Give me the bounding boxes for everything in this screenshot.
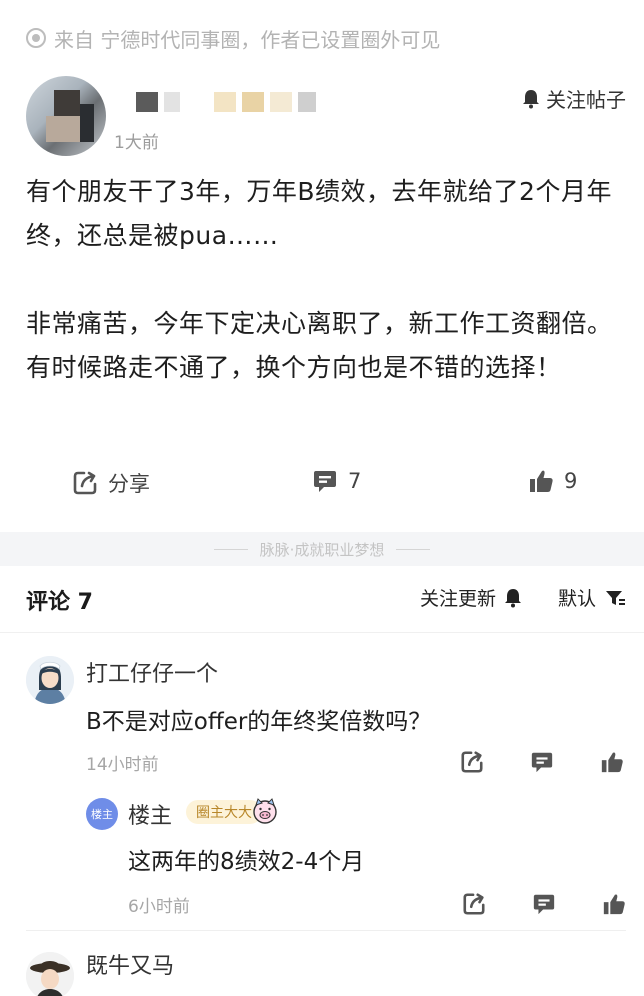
source-text: 来自 宁德时代同事圈，作者已设置圈外可见 <box>54 27 441 52</box>
comment-icon[interactable] <box>532 892 556 916</box>
thumbs-up-icon <box>530 470 553 492</box>
post-time: 1大前 <box>114 133 159 153</box>
comment-icon[interactable] <box>530 750 554 774</box>
commenter-avatar[interactable] <box>26 656 74 704</box>
comment-icon <box>314 471 336 492</box>
comment-item: 打工仔仔一个 B不是对应offer的年终奖倍数吗？ 14小时前 <box>26 656 626 776</box>
pig-badge-icon <box>253 798 277 824</box>
comment-item: 既牛又马 <box>26 948 626 996</box>
sort-button[interactable]: 默认 <box>558 584 626 611</box>
commenter-name[interactable]: 既牛又马 <box>86 948 174 980</box>
post-actions: 分享 7 9 <box>0 458 644 506</box>
share-icon <box>73 471 97 495</box>
like-count: 9 <box>564 469 578 493</box>
op-avatar[interactable]: 楼主 <box>86 798 118 830</box>
comments-title: 评论 7 <box>26 590 93 615</box>
slogan-text: 脉脉·成就职业梦想 <box>259 540 385 559</box>
author-avatar[interactable] <box>26 76 106 156</box>
bell-icon <box>505 588 521 607</box>
follow-post-label: 关注帖子 <box>546 88 626 112</box>
follow-post-button[interactable]: 关注帖子 <box>522 84 626 113</box>
divider <box>26 930 626 931</box>
reply-actions <box>462 892 626 916</box>
commenter-avatar[interactable] <box>26 952 74 996</box>
sort-label: 默认 <box>557 588 596 610</box>
source-bar: 来自 宁德时代同事圈，作者已设置圈外可见 <box>26 22 440 54</box>
bell-icon <box>523 89 539 108</box>
comment-text: B不是对应offer的年终奖倍数吗？ <box>86 709 432 735</box>
reply-text: 这两年的8绩效2-4个月 <box>128 849 365 875</box>
filter-icon <box>606 590 625 605</box>
author-row: 1大前 关注帖子 <box>26 72 626 162</box>
share-icon[interactable] <box>462 892 486 916</box>
share-label: 分享 <box>108 472 150 496</box>
reply-author-name[interactable]: 楼主 <box>128 798 172 830</box>
reply-time: 6小时前 <box>128 897 190 917</box>
share-button[interactable]: 分享 <box>72 468 150 498</box>
reply-item: 楼主 楼主 圈主大大 这两年的8绩效2-4个月 6小时前 <box>86 798 626 918</box>
comment-button[interactable]: 7 <box>312 468 361 494</box>
comment-time: 14小时前 <box>86 755 159 775</box>
comment-count: 7 <box>348 469 362 493</box>
commenter-name[interactable]: 打工仔仔一个 <box>86 656 218 688</box>
author-name-blurred[interactable] <box>136 92 316 114</box>
post-paragraph: 有个朋友干了3年，万年B绩效，去年就给了2个月年终，还总是被pua…… <box>26 177 612 250</box>
comment-actions <box>460 750 624 774</box>
post-content: 有个朋友干了3年，万年B绩效，去年就给了2个月年终，还总是被pua…… 非常痛苦… <box>26 170 626 390</box>
follow-update-button[interactable]: 关注更新 <box>420 584 522 611</box>
comments-header: 评论 7 关注更新 默认 <box>26 584 626 615</box>
like-button[interactable]: 9 <box>528 468 577 494</box>
slogan-divider: 脉脉·成就职业梦想 <box>0 532 644 566</box>
post-paragraph: 非常痛苦，今年下定决心离职了，新工作工资翻倍。有时候路走不通了，换个方向也是不错… <box>26 309 613 382</box>
share-icon[interactable] <box>460 750 484 774</box>
thumbs-up-icon[interactable] <box>602 892 626 916</box>
eye-dot-icon <box>26 28 46 48</box>
thumbs-up-icon[interactable] <box>600 750 624 774</box>
follow-update-label: 关注更新 <box>419 588 496 610</box>
divider <box>0 632 644 633</box>
